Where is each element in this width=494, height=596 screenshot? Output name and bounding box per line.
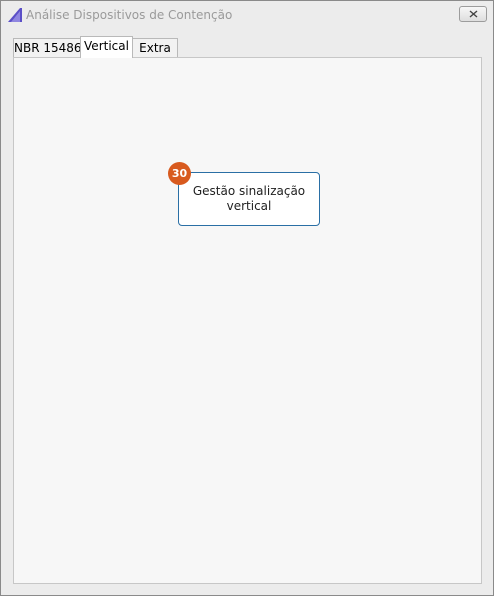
tab-label: Vertical [84, 39, 129, 53]
title-bar[interactable]: Análise Dispositivos de Contenção [1, 1, 493, 31]
window-title: Análise Dispositivos de Contenção [26, 8, 233, 22]
close-button[interactable] [459, 6, 487, 22]
node-number-badge: 30 [168, 162, 191, 185]
tab-nbr-15486[interactable]: NBR 15486 [13, 38, 82, 57]
tab-extra[interactable]: Extra [132, 38, 178, 57]
tab-label: Extra [139, 41, 171, 55]
app-logo-icon [7, 7, 23, 23]
diagram-node-gestao-sinalizacao-vertical[interactable]: Gestão sinalização vertical [178, 172, 320, 226]
tab-label: NBR 15486 [14, 41, 82, 55]
close-icon [469, 10, 478, 18]
tab-vertical[interactable]: Vertical [80, 36, 133, 58]
app-window: Análise Dispositivos de Contenção NBR 15… [0, 0, 494, 596]
node-label: Gestão sinalização vertical [192, 184, 306, 213]
tab-content-panel: 30 Gestão sinalização vertical [13, 57, 482, 584]
